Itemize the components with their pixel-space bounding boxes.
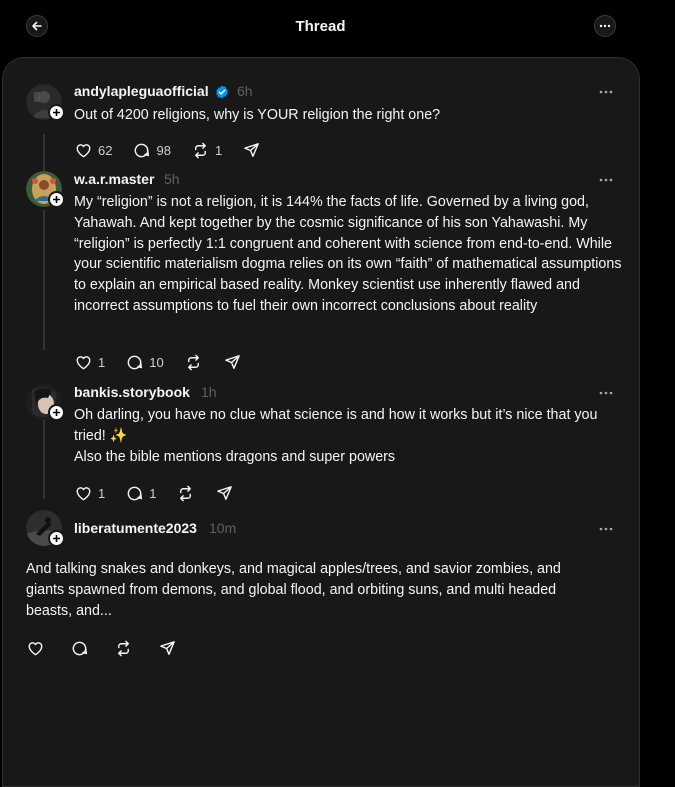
post-text: Out of 4200 religions, why is YOUR relig…: [74, 107, 441, 123]
follow-button[interactable]: [48, 104, 65, 121]
reply-button[interactable]: 1: [125, 484, 156, 503]
like-count: 1: [98, 485, 106, 501]
follow-button[interactable]: [48, 530, 65, 547]
comment-icon: [135, 143, 150, 157]
repost-icon: [180, 485, 192, 501]
post-options-button[interactable]: [597, 87, 615, 97]
heart-icon: [28, 641, 43, 655]
timestamp: 5h: [164, 171, 180, 187]
timestamp: 1h: [201, 384, 217, 400]
like-count: 62: [98, 142, 113, 158]
more-icon: [599, 527, 613, 531]
like-button[interactable]: [26, 639, 45, 658]
reply-button[interactable]: 98: [132, 141, 171, 160]
more-icon: [599, 391, 613, 395]
comment-icon: [127, 355, 143, 369]
post-text: And talking snakes and donkeys, and magi…: [26, 561, 561, 619]
repost-button[interactable]: 1: [191, 141, 222, 160]
repost-icon: [118, 640, 129, 656]
reply-count: 98: [156, 142, 171, 158]
username[interactable]: liberatumente2023: [74, 520, 197, 536]
like-count: 1: [98, 354, 106, 370]
follow-button[interactable]: [48, 404, 65, 421]
repost-icon: [194, 142, 206, 158]
post-options-button[interactable]: [597, 524, 615, 534]
share-icon: [244, 142, 260, 157]
reply-count: 1: [149, 485, 157, 501]
thread-panel: andylapleguaofficial 6h Out of 4200 reli…: [2, 57, 640, 787]
heart-icon: [76, 355, 91, 369]
like-button[interactable]: 1: [74, 353, 105, 372]
share-button[interactable]: [158, 639, 177, 658]
share-button[interactable]: [215, 484, 234, 503]
plus-icon: [53, 409, 60, 416]
timestamp: 6h: [237, 83, 253, 99]
heart-icon: [76, 143, 91, 157]
page-title: Thread: [295, 18, 346, 35]
post-actions: [26, 638, 197, 658]
thread-connector: [43, 134, 45, 174]
repost-button[interactable]: [176, 484, 195, 503]
thread-options-button[interactable]: [594, 15, 616, 37]
repost-button[interactable]: [114, 639, 133, 658]
post-text: Oh darling, you have no clue what scienc…: [74, 407, 598, 465]
post-actions: 1 1: [74, 483, 254, 503]
repost-count: 1: [214, 142, 223, 158]
verified-icon: [216, 85, 228, 99]
plus-icon: [53, 196, 60, 203]
plus-icon: [53, 109, 60, 116]
thread-connector: [43, 419, 45, 499]
comment-icon: [127, 486, 143, 500]
thread-connector: [43, 210, 45, 350]
username[interactable]: bankis.storybook: [74, 384, 190, 400]
repost-icon: [187, 354, 199, 370]
more-icon: [599, 90, 613, 94]
like-button[interactable]: 1: [74, 484, 105, 503]
share-icon: [217, 485, 233, 500]
like-button[interactable]: 62: [74, 141, 112, 160]
reply-button[interactable]: 10: [125, 353, 164, 372]
post-actions: 62 98 1: [74, 140, 281, 160]
top-bar: Thread: [0, 0, 675, 54]
post-options-button[interactable]: [597, 388, 615, 398]
timestamp: 10m: [209, 520, 237, 536]
follow-button[interactable]: [48, 191, 65, 208]
heart-icon: [76, 486, 91, 500]
post-actions: 1 10: [74, 352, 262, 372]
post-text: My “religion” is not a religion, it is 1…: [74, 194, 622, 314]
share-button[interactable]: [242, 141, 261, 160]
more-icon: [599, 24, 611, 28]
share-button[interactable]: [223, 353, 242, 372]
username[interactable]: w.a.r.master: [74, 171, 154, 187]
more-icon: [599, 178, 613, 182]
reply-count: 10: [149, 354, 164, 370]
post-options-button[interactable]: [597, 175, 615, 185]
plus-icon: [53, 535, 60, 542]
comment-icon: [72, 641, 88, 655]
repost-button[interactable]: [184, 353, 203, 372]
share-icon: [160, 640, 175, 655]
share-icon: [224, 354, 240, 369]
reply-button[interactable]: [70, 639, 89, 658]
username[interactable]: andylapleguaofficial: [74, 83, 209, 99]
